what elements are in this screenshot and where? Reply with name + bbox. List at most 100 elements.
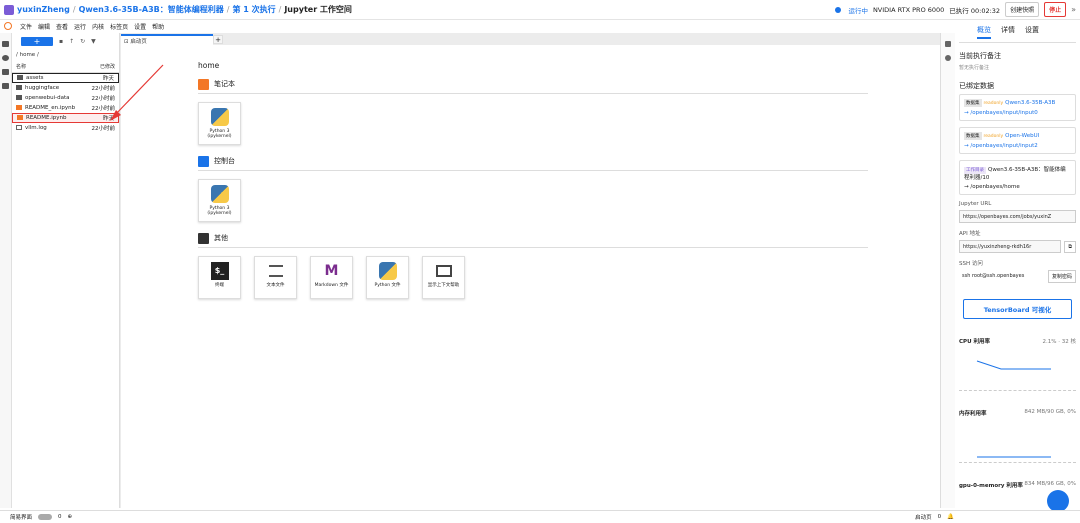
- stop-button[interactable]: 停止: [1044, 2, 1067, 17]
- mem-label: 内存利用率: [959, 411, 987, 417]
- dataset-card-webui[interactable]: 数据集 readonly Open-WebUI → /openbayes/input…: [959, 127, 1076, 154]
- file-row-vllm-log[interactable]: vllm.log 22小时前: [12, 123, 119, 133]
- breadcrumb-user[interactable]: yuxinZheng: [17, 5, 70, 14]
- launcher-panel: home 笔记本 Python 3 (ipykernel) 控制台 Python…: [121, 45, 940, 508]
- api-url-label: API 地址: [959, 231, 981, 237]
- bound-data-title: 已绑定数据: [959, 82, 994, 90]
- jupyter-url-field[interactable]: https://openbayes.com/jobs/yuxinZ: [959, 210, 1076, 223]
- menu-run[interactable]: 运行: [74, 22, 86, 31]
- section-console: 控制台: [198, 155, 868, 171]
- python-logo-icon: [210, 108, 229, 126]
- col-modified[interactable]: 已修改: [100, 63, 115, 70]
- status-bar: 简易界面 0 ⊕ 启动页 0 🔔: [0, 510, 1080, 523]
- text-file-card[interactable]: 文本文件: [254, 256, 297, 299]
- chat-support-button[interactable]: [1047, 490, 1069, 512]
- top-bar: yuxinZheng / Qwen3.6-35B-A3B：智能体编程利器 / 第…: [0, 0, 1080, 20]
- running-icon[interactable]: [2, 55, 9, 61]
- debugger-icon[interactable]: [945, 55, 951, 61]
- notebook-icon: [17, 115, 23, 120]
- file-row-assets[interactable]: assets 昨天: [12, 73, 119, 83]
- cpu-sparkline: [976, 360, 1051, 370]
- menu-view[interactable]: 查看: [56, 22, 68, 31]
- jupyter-url-label: Jupyter URL: [959, 201, 992, 207]
- cpu-label: CPU 利用率: [959, 339, 990, 345]
- refresh-icon[interactable]: ↻: [80, 38, 85, 45]
- folder-icon[interactable]: [2, 41, 9, 47]
- extension-icon[interactable]: [2, 83, 9, 89]
- mem-chart: [959, 417, 1076, 463]
- file-row-readme[interactable]: README.ipynb 昨天: [12, 113, 119, 123]
- breadcrumb-project[interactable]: Qwen3.6-35B-A3B：智能体编程利器: [79, 4, 224, 15]
- cpu-value: 2.1% · 32 核: [1042, 339, 1076, 345]
- kernel-status-icon[interactable]: ⊕: [68, 514, 73, 520]
- launcher-home: home: [198, 61, 220, 70]
- menu-settings[interactable]: 设置: [134, 22, 146, 31]
- notebook-python3-card[interactable]: Python 3 (ipykernel): [198, 102, 241, 145]
- breadcrumb-workspace: Jupyter 工作空间: [284, 5, 352, 14]
- ssh-command[interactable]: ssh root@ssh.openbayes: [959, 270, 1045, 283]
- gpu-mem-value: 834 MB/96 GB, 0%: [1024, 481, 1076, 487]
- toc-icon[interactable]: [2, 69, 9, 75]
- folder-icon: [16, 95, 22, 100]
- file-row-openwebui[interactable]: openwebui-data 22小时前: [12, 93, 119, 103]
- folder-icon: [17, 75, 23, 80]
- menu-edit[interactable]: 编辑: [38, 22, 50, 31]
- bell-icon[interactable]: 🔔: [947, 514, 954, 520]
- filter-icon[interactable]: ▼: [91, 38, 96, 45]
- python-file-card[interactable]: Python 文件: [366, 256, 409, 299]
- tab-settings[interactable]: 设置: [1025, 25, 1039, 39]
- add-tab-button[interactable]: +: [213, 35, 223, 44]
- text-file-icon: [268, 265, 283, 277]
- menu-file[interactable]: 文件: [20, 22, 32, 31]
- upload-icon[interactable]: ↑: [69, 38, 74, 45]
- workdir-card[interactable]: 工作目录 Qwen3.6-35B-A3B：智能体编程利器/10 → /openba…: [959, 160, 1076, 195]
- context-help-card[interactable]: 显示上下文帮助: [422, 256, 465, 299]
- status-running: 运行中: [848, 6, 868, 15]
- copy-password-button[interactable]: 复制密码: [1047, 270, 1076, 283]
- note-title: 当前执行备注: [959, 52, 1001, 60]
- mem-value: 842 MB/90 GB, 0%: [1024, 409, 1076, 415]
- right-panel: 概览 详情 设置 当前执行备注 暂无执行备注 已绑定数据 数据集 readonly…: [955, 20, 1080, 510]
- new-folder-icon[interactable]: ▪: [59, 38, 63, 45]
- menu-bar: 文件 编辑 查看 运行 内核 标签页 设置 帮助: [0, 20, 940, 32]
- api-url-field[interactable]: https://yuxinzheng-rkdh16r: [959, 240, 1062, 253]
- markdown-file-card[interactable]: M Markdown 文件: [310, 256, 353, 299]
- note-empty: 暂无执行备注: [959, 65, 990, 71]
- menu-help[interactable]: 帮助: [152, 22, 164, 31]
- collapse-panel-icon[interactable]: »: [1071, 5, 1076, 14]
- file-row-readme-en[interactable]: README_en.ipynb 22小时前: [12, 103, 119, 113]
- snapshot-button[interactable]: 创建快照: [1005, 2, 1040, 17]
- col-name[interactable]: 名称: [16, 63, 26, 70]
- mem-sparkline: [977, 456, 1051, 458]
- tab-details[interactable]: 详情: [1001, 25, 1015, 39]
- tensorboard-button[interactable]: TensorBoard 可视化: [963, 299, 1072, 319]
- open-link-icon[interactable]: ⧉: [1064, 240, 1076, 253]
- markdown-icon: M: [324, 262, 339, 279]
- tab-overview[interactable]: 概览: [977, 25, 991, 39]
- left-activity-bar: [0, 33, 12, 508]
- simple-mode-label: 简易界面: [10, 515, 33, 521]
- dataset-card-qwen[interactable]: 数据集 readonly Qwen3.6-35B-A3B → /openbayes/…: [959, 94, 1076, 121]
- console-python3-card[interactable]: Python 3 (ipykernel): [198, 179, 241, 222]
- section-notebook: 笔记本: [198, 78, 868, 94]
- property-inspector-icon[interactable]: [945, 41, 951, 47]
- status-dot-icon: [835, 6, 842, 13]
- menu-kernel[interactable]: 内核: [92, 22, 104, 31]
- file-row-huggingface[interactable]: huggingface 22小时前: [12, 83, 119, 93]
- jupyter-logo-icon: [4, 22, 12, 30]
- status-tab-name: 启动页: [915, 515, 932, 521]
- right-sidebar-strip: [940, 33, 955, 508]
- file-path[interactable]: / home /: [12, 49, 119, 61]
- timer-label: 已执行 00:02:32: [949, 6, 1001, 15]
- context-help-icon: [435, 265, 452, 277]
- ssh-label: SSH 访问: [959, 261, 983, 267]
- menu-tabs[interactable]: 标签页: [110, 22, 128, 31]
- gpu-label: NVIDIA RTX PRO 6000: [872, 5, 945, 14]
- notification-count: 0: [937, 514, 942, 520]
- simple-mode-toggle[interactable]: [38, 514, 53, 520]
- new-launcher-button[interactable]: +: [21, 36, 53, 46]
- terminal-card[interactable]: $_ 终端: [198, 256, 241, 299]
- openbayes-logo-icon: [4, 4, 14, 15]
- tab-launcher[interactable]: ⊡ 启动页: [121, 34, 213, 45]
- breadcrumb-run[interactable]: 第 1 次执行: [232, 4, 275, 15]
